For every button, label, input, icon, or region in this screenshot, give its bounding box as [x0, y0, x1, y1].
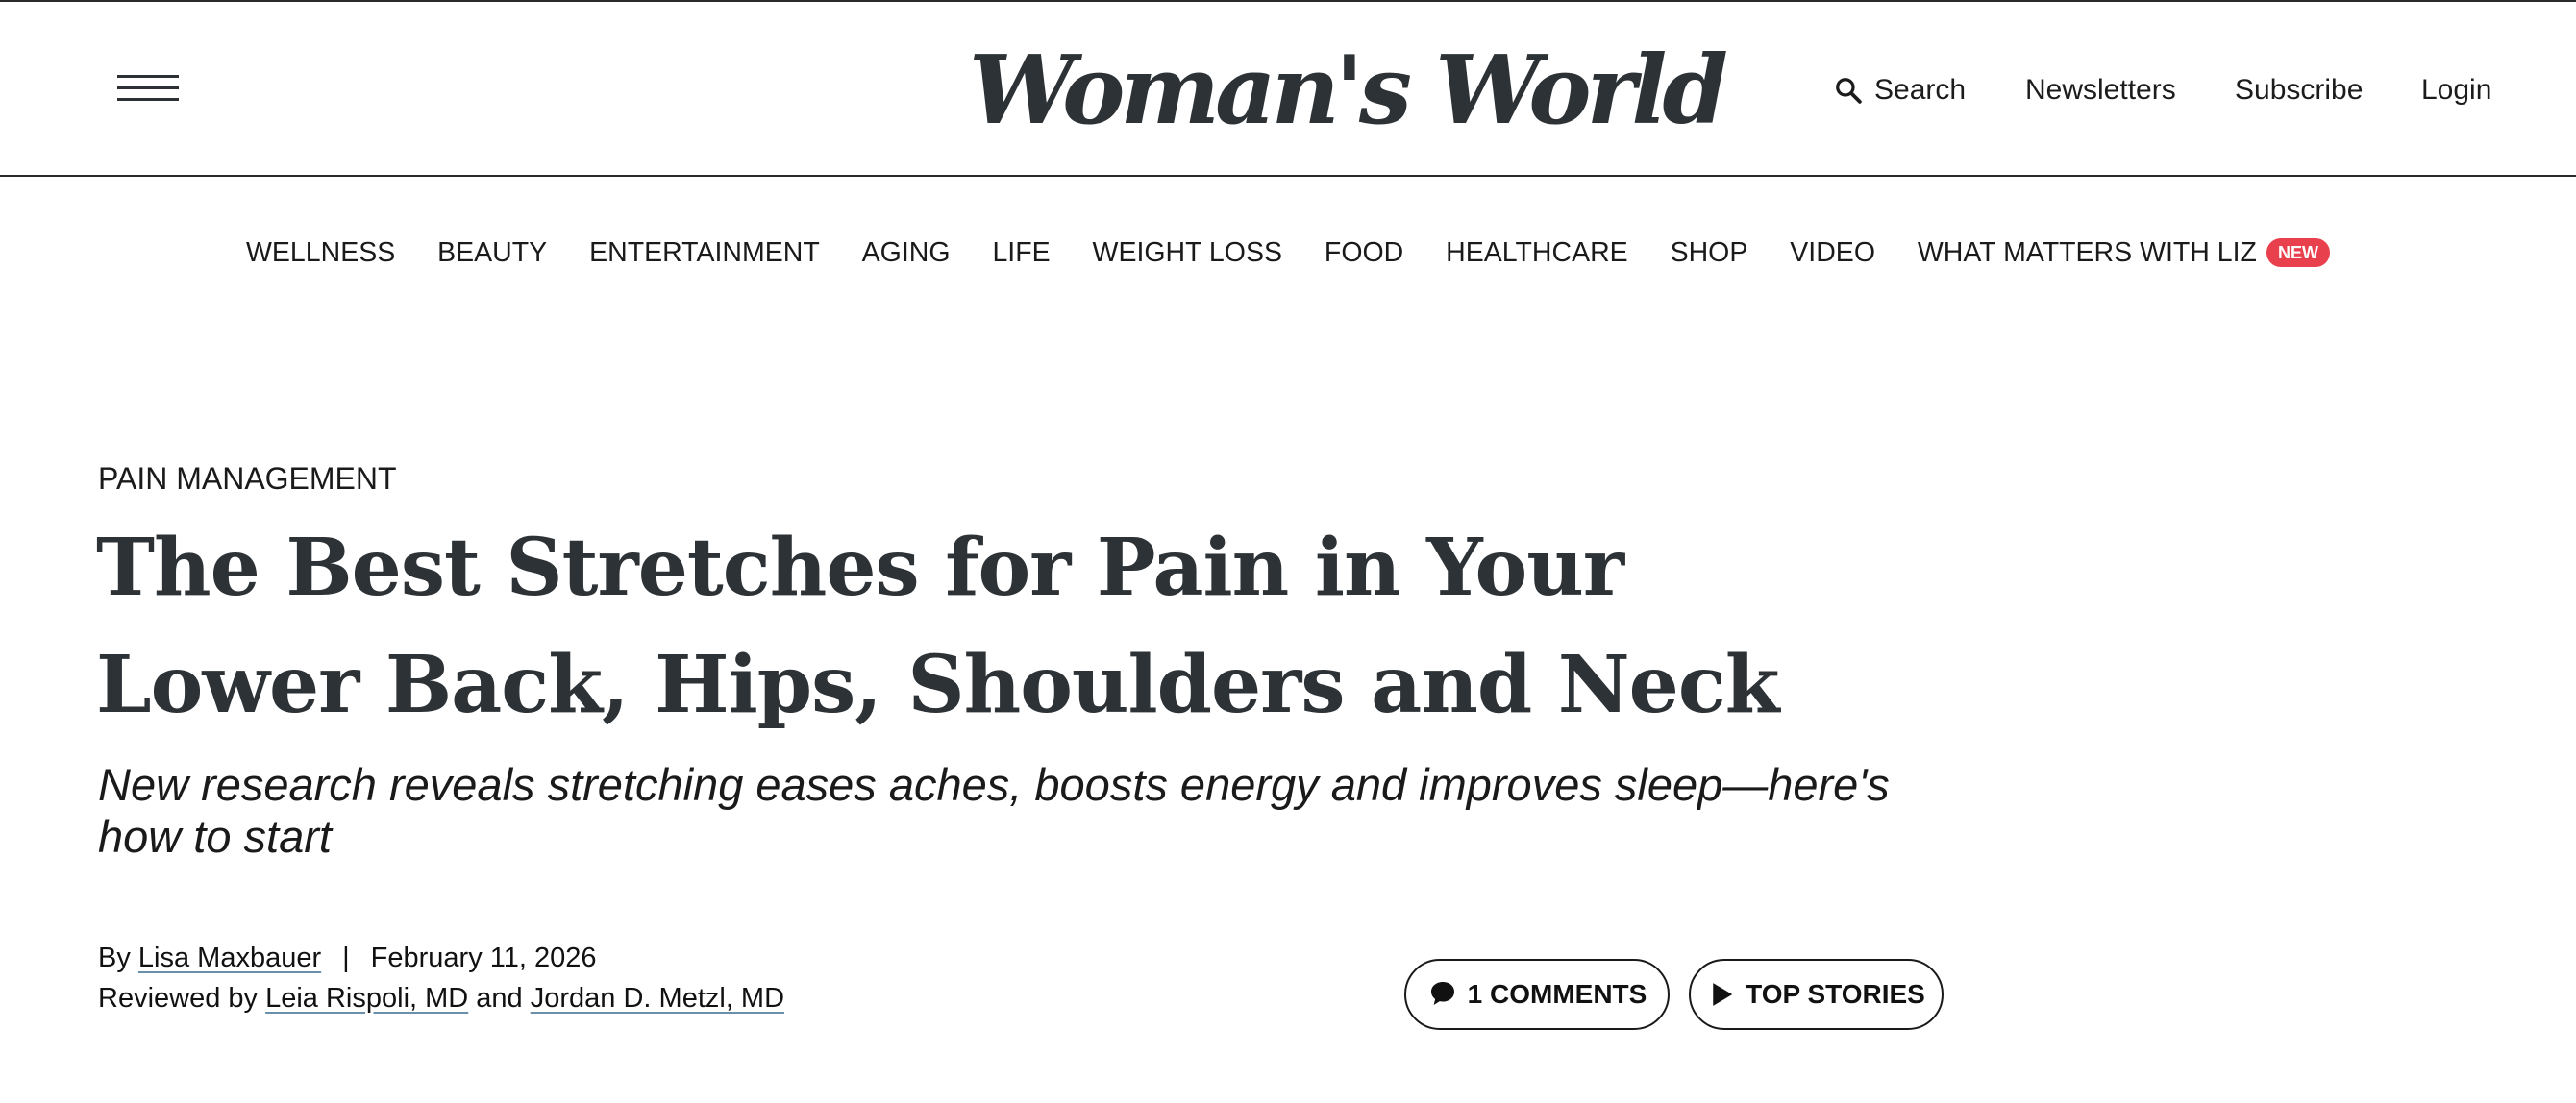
by-prefix: By [98, 943, 131, 973]
nav-item-aging[interactable]: AGING [862, 231, 951, 275]
subscribe-link[interactable]: Subscribe [2235, 67, 2363, 113]
menu-icon-line [117, 86, 179, 89]
author-line: By Lisa Maxbauer | February 11, 2026 [98, 938, 784, 978]
play-icon [1713, 983, 1733, 1006]
nav-item-video[interactable]: VIDEO [1790, 231, 1875, 275]
nav-item-food[interactable]: FOOD [1325, 231, 1403, 275]
reviewer-link[interactable]: Jordan D. Metzl, MD [531, 983, 784, 1014]
search-button[interactable]: Search [1834, 67, 1966, 113]
byline: By Lisa Maxbauer | February 11, 2026 Revie… [98, 938, 784, 1018]
comments-label: 1 COMMENTS [1467, 979, 1647, 1009]
nav-item-life[interactable]: LIFE [992, 231, 1050, 275]
login-link[interactable]: Login [2421, 67, 2491, 113]
top-stories-button[interactable]: TOP STORIES [1689, 959, 1944, 1030]
comments-button[interactable]: 1 COMMENTS [1404, 959, 1670, 1030]
comment-icon [1430, 982, 1454, 1005]
article-subtitle: New research reveals stretching eases ac… [98, 759, 1890, 862]
top-stories-label: TOP STORIES [1746, 979, 1925, 1009]
new-badge: NEW [2266, 238, 2330, 267]
nav-item-label: WHAT MATTERS WITH LIZ [1917, 237, 2257, 268]
reviewer-link[interactable]: Leia Rispoli, MD [265, 983, 468, 1014]
menu-icon-line [117, 75, 179, 78]
nav-item-shop[interactable]: SHOP [1671, 231, 1748, 275]
reviewer-line: Reviewed by Leia Rispoli, MD and Jordan … [98, 978, 784, 1018]
nav-item-beauty[interactable]: BEAUTY [437, 231, 547, 275]
nav-item-entertainment[interactable]: ENTERTAINMENT [589, 231, 820, 275]
nav-item-wellness[interactable]: WELLNESS [246, 231, 395, 275]
byline-separator: | [342, 943, 350, 973]
search-label: Search [1874, 74, 1967, 106]
site-header: Woman's World Search Newsletters Subscri… [0, 0, 2576, 177]
reviewer-joiner: and [476, 983, 523, 1014]
search-icon [1836, 78, 1862, 104]
nav-item-weight-loss[interactable]: WEIGHT LOSS [1093, 231, 1282, 275]
reviewed-prefix: Reviewed by [98, 983, 259, 1014]
nav-item-healthcare[interactable]: HEALTHCARE [1446, 231, 1628, 275]
site-logo[interactable]: Woman's World [969, 38, 1728, 144]
article-category[interactable]: PAIN MANAGEMENT [98, 457, 397, 500]
author-link[interactable]: Lisa Maxbauer [138, 943, 321, 973]
nav-item-what-matters-with-liz[interactable]: WHAT MATTERS WITH LIZ NEW [1918, 231, 2330, 275]
menu-icon-line [117, 98, 179, 101]
article-title: The Best Stretches for Pain in Your Lowe… [96, 522, 1780, 731]
publish-date: February 11, 2026 [370, 943, 597, 973]
category-nav: WELLNESS BEAUTY ENTERTAINMENT AGING LIFE… [0, 231, 2576, 275]
menu-icon[interactable] [117, 73, 179, 104]
newsletters-link[interactable]: Newsletters [2025, 67, 2176, 113]
